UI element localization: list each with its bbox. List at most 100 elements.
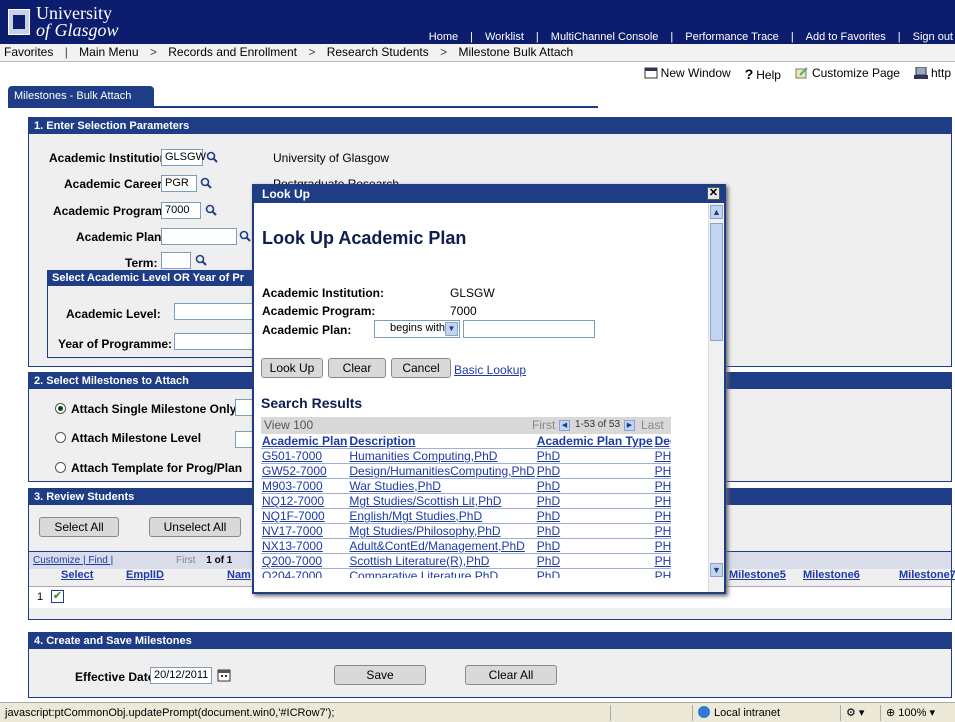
- degree-link[interactable]: PHD: [655, 494, 671, 508]
- description-link[interactable]: Humanities Computing,PhD: [349, 449, 497, 463]
- radio-icon[interactable]: [55, 462, 66, 473]
- year-field[interactable]: [174, 333, 258, 350]
- scroll-down-icon[interactable]: ▼: [710, 563, 723, 577]
- plan-type-link[interactable]: PhD: [537, 494, 560, 508]
- plan-code-link[interactable]: G501-7000: [262, 449, 322, 463]
- menu-research-students[interactable]: Research Students: [327, 44, 429, 61]
- plan-type-link[interactable]: PhD: [537, 524, 560, 538]
- clear-button[interactable]: Clear: [328, 358, 386, 378]
- col-description[interactable]: Description: [348, 434, 535, 449]
- table-row[interactable]: NQ1F-7000 English/Mgt Studies,PhD PhD PHD: [261, 508, 671, 524]
- degree-link[interactable]: PHD: [655, 524, 671, 538]
- plan-type-link[interactable]: PhD: [537, 554, 560, 568]
- plan-type-link[interactable]: PhD: [537, 569, 560, 578]
- plan-type-link[interactable]: PhD: [537, 449, 560, 463]
- plan-code-link[interactable]: Q200-7000: [262, 554, 322, 568]
- degree-link[interactable]: PHD: [655, 449, 671, 463]
- description-link[interactable]: Mgt Studies/Scottish Lit,PhD: [349, 494, 501, 508]
- table-row[interactable]: NV17-7000 Mgt Studies/Philosophy,PhD PhD PH…: [261, 523, 671, 539]
- operator-select[interactable]: begins with ▼: [374, 320, 460, 338]
- table-row[interactable]: GW52-7000 Design/HumanitiesComputing,PhD P…: [261, 463, 671, 479]
- degree-link[interactable]: PHD: [655, 509, 671, 523]
- single-milestone-option[interactable]: Attach Single Milestone Only: [55, 402, 236, 416]
- next-icon[interactable]: ▶: [624, 420, 635, 431]
- plan-type-link[interactable]: PhD: [537, 509, 560, 523]
- plan-code-link[interactable]: GW52-7000: [262, 464, 327, 478]
- degree-link[interactable]: PHD: [655, 464, 671, 478]
- effective-date-field[interactable]: 20/12/2011: [150, 667, 212, 684]
- col-plan-type[interactable]: Academic Plan Type: [536, 434, 654, 449]
- table-row[interactable]: G501-7000 Humanities Computing,PhD PhD PHD: [261, 448, 671, 464]
- add-to-favorites-link[interactable]: Add to Favorites: [806, 31, 886, 43]
- zoom-level[interactable]: ⊕ 100% ▾: [880, 705, 955, 721]
- plan-type-link[interactable]: PhD: [537, 464, 560, 478]
- home-link[interactable]: Home: [429, 31, 458, 43]
- table-row[interactable]: Q200-7000 Scottish Literature(R),PhD PhD PH…: [261, 553, 671, 569]
- program-field[interactable]: 7000: [161, 202, 201, 219]
- save-button[interactable]: Save: [334, 665, 426, 685]
- col-milestone5[interactable]: Milestone5: [729, 569, 786, 581]
- col-emplid[interactable]: EmplID: [126, 569, 164, 581]
- radio-icon[interactable]: [55, 432, 66, 443]
- unselect-all-button[interactable]: Unselect All: [149, 517, 241, 537]
- description-link[interactable]: Comparative Literature,PhD: [349, 569, 498, 578]
- performance-trace-link[interactable]: Performance Trace: [685, 31, 779, 43]
- degree-link[interactable]: PHD: [655, 539, 671, 553]
- degree-link[interactable]: PHD: [655, 479, 671, 493]
- lookup-button[interactable]: Look Up: [261, 358, 323, 378]
- term-lookup-icon[interactable]: [195, 254, 207, 266]
- col-academic-plan[interactable]: Academic Plan: [261, 434, 348, 449]
- career-field[interactable]: PGR: [161, 175, 197, 192]
- degree-link[interactable]: PHD: [655, 569, 671, 578]
- sign-out-link[interactable]: Sign out: [913, 31, 953, 43]
- plan-type-link[interactable]: PhD: [537, 479, 560, 493]
- col-milestone7[interactable]: Milestone7: [899, 569, 955, 581]
- cancel-button[interactable]: Cancel: [391, 358, 451, 378]
- basic-lookup-link[interactable]: Basic Lookup: [454, 363, 526, 377]
- description-link[interactable]: War Studies,PhD: [349, 479, 441, 493]
- scroll-thumb[interactable]: [710, 223, 723, 341]
- template-option[interactable]: Attach Template for Prog/Plan: [55, 461, 242, 475]
- milestone-level-option[interactable]: Attach Milestone Level: [55, 431, 201, 445]
- worklist-link[interactable]: Worklist: [485, 31, 524, 43]
- help-link[interactable]: ? Help: [745, 66, 781, 82]
- plan-lookup-icon[interactable]: [239, 230, 251, 242]
- new-window-link[interactable]: New Window: [644, 66, 731, 82]
- col-degree[interactable]: Degree: [654, 434, 671, 449]
- security-settings[interactable]: ⚙ ▾: [840, 705, 880, 721]
- menu-favorites[interactable]: Favorites: [4, 44, 53, 61]
- plan-type-link[interactable]: PhD: [537, 539, 560, 553]
- program-lookup-icon[interactable]: [205, 204, 217, 216]
- plan-field[interactable]: [161, 228, 237, 245]
- description-link[interactable]: English/Mgt Studies,PhD: [349, 509, 482, 523]
- level-field[interactable]: [174, 303, 258, 320]
- plan-code-link[interactable]: Q204-7000: [262, 569, 322, 578]
- close-icon[interactable]: ✕: [707, 187, 720, 200]
- radio-selected-icon[interactable]: [55, 403, 66, 414]
- university-logo[interactable]: University of Glasgow: [8, 3, 168, 41]
- multichannel-console-link[interactable]: MultiChannel Console: [551, 31, 659, 43]
- chevron-down-icon[interactable]: ▼: [445, 322, 458, 336]
- description-link[interactable]: Scottish Literature(R),PhD: [349, 554, 489, 568]
- institution-field[interactable]: GLSGW: [161, 149, 206, 166]
- row-select-checkbox[interactable]: ✔: [51, 590, 64, 603]
- plan-code-link[interactable]: NQ1F-7000: [262, 509, 325, 523]
- description-link[interactable]: Adult&ContEd/Management,PhD: [349, 539, 524, 553]
- plan-code-link[interactable]: NQ12-7000: [262, 494, 324, 508]
- first-link[interactable]: First: [532, 418, 555, 432]
- table-row[interactable]: M903-7000 War Studies,PhD PhD PHD: [261, 478, 671, 494]
- term-field[interactable]: [161, 252, 191, 269]
- plan-search-input[interactable]: [463, 320, 595, 338]
- calendar-icon[interactable]: [217, 668, 231, 682]
- description-link[interactable]: Mgt Studies/Philosophy,PhD: [349, 524, 500, 538]
- plan-code-link[interactable]: NX13-7000: [262, 539, 323, 553]
- clear-all-button[interactable]: Clear All: [465, 665, 557, 685]
- scroll-up-icon[interactable]: ▲: [710, 205, 723, 219]
- table-row[interactable]: NX13-7000 Adult&ContEd/Management,PhD PhD P…: [261, 538, 671, 554]
- http-link[interactable]: http: [913, 66, 951, 82]
- degree-link[interactable]: PHD: [655, 554, 671, 568]
- dialog-scrollbar[interactable]: ▲ ▼: [708, 203, 724, 592]
- grid-first[interactable]: First: [176, 555, 195, 566]
- plan-code-link[interactable]: M903-7000: [262, 479, 323, 493]
- table-row[interactable]: Q204-7000 Comparative Literature,PhD PhD PH…: [261, 568, 671, 578]
